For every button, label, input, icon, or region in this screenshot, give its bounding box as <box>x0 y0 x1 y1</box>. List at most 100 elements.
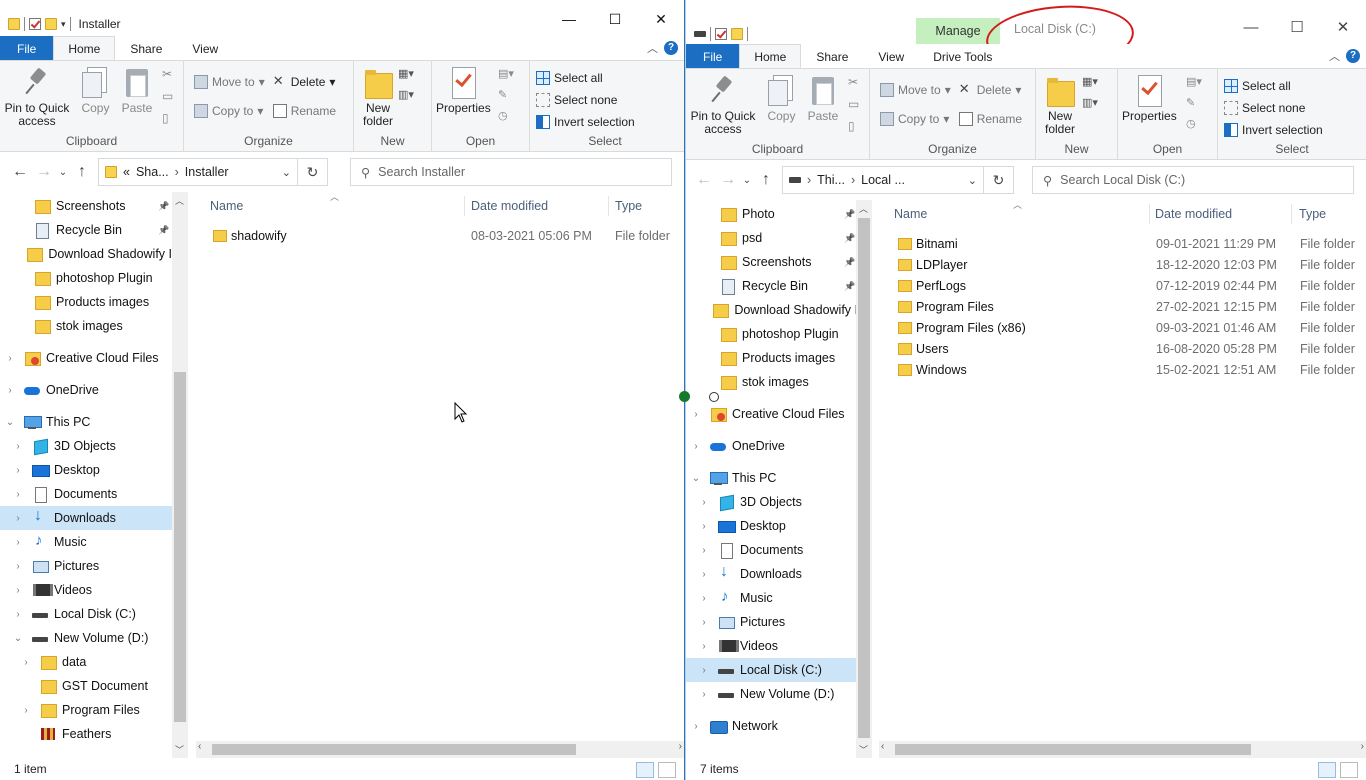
scroll-left-icon[interactable]: ‹ <box>881 741 884 752</box>
nav-item-desktop[interactable]: › Desktop <box>686 514 858 538</box>
tab-view[interactable]: View <box>863 44 919 68</box>
paste-shortcut-icon[interactable]: ▯ <box>848 119 859 133</box>
forward-button[interactable]: → <box>716 171 740 189</box>
forward-button[interactable]: → <box>32 163 56 181</box>
nav-item-screenshots[interactable]: Screenshots 📌 <box>0 194 172 218</box>
nav-item-pictures[interactable]: › Pictures <box>686 610 858 634</box>
easy-access-icon[interactable]: ▥▾ <box>1082 96 1098 109</box>
expand-chevron-right-icon[interactable]: › <box>12 585 24 596</box>
expand-chevron-right-icon[interactable]: › <box>20 705 32 716</box>
copy-button[interactable]: Copy <box>79 65 111 115</box>
column-header-name[interactable]: Name <box>894 200 927 228</box>
nav-item-music[interactable]: › Music <box>686 586 858 610</box>
up-button[interactable]: ↑ <box>754 171 778 189</box>
rename-button[interactable]: Rename <box>958 108 1022 130</box>
file-row[interactable]: Program Files (x86) 09-03-2021 01:46 AM Fi… <box>877 317 1366 338</box>
move-to-button[interactable]: Move to ▾ <box>194 71 265 93</box>
copy-to-button[interactable]: Copy to ▾ <box>194 100 265 122</box>
file-row[interactable]: LDPlayer 18-12-2020 12:03 PM File folder <box>877 254 1366 275</box>
breadcrumb-item[interactable]: Local ... <box>861 173 905 187</box>
expand-chevron-right-icon[interactable]: › <box>12 609 24 620</box>
column-divider[interactable] <box>608 196 609 216</box>
nav-item-data[interactable]: › data <box>0 650 172 674</box>
breadcrumb-item[interactable]: Thi... <box>817 173 845 187</box>
nav-item-desktop[interactable]: › Desktop <box>0 458 172 482</box>
new-folder-icon[interactable] <box>731 28 743 40</box>
delete-button[interactable]: Delete ▾ <box>273 71 336 93</box>
snap-resize-handle[interactable] <box>679 391 690 402</box>
history-icon[interactable]: ◷ <box>1186 117 1202 130</box>
file-row[interactable]: shadowify 08-03-2021 05:06 PM File folder <box>188 225 684 246</box>
file-row[interactable]: Bitnami 09-01-2021 11:29 PM File folder <box>877 233 1366 254</box>
nav-item-this-pc[interactable]: ⌄ This PC <box>0 410 172 434</box>
tab-drive-tools[interactable]: Drive Tools <box>919 44 1008 68</box>
copy-button[interactable]: Copy <box>765 73 797 123</box>
expand-chevron-down-icon[interactable]: ⌄ <box>4 417 16 428</box>
nav-item-products-images[interactable]: Products images <box>0 290 172 314</box>
select-all-button[interactable]: Select all <box>1224 75 1362 97</box>
properties-icon[interactable] <box>29 18 41 30</box>
expand-chevron-right-icon[interactable]: › <box>4 385 16 396</box>
tab-file[interactable]: File <box>0 36 54 60</box>
column-header-name[interactable]: Name <box>210 192 243 220</box>
paste-button[interactable]: Paste <box>807 73 839 123</box>
move-to-button[interactable]: Move to ▾ <box>880 79 951 101</box>
file-row[interactable]: PerfLogs 07-12-2019 02:44 PM File folder <box>877 275 1366 296</box>
tab-home[interactable]: Home <box>739 44 802 68</box>
large-icons-view-icon[interactable] <box>1340 762 1358 778</box>
scroll-right-icon[interactable]: › <box>1361 741 1364 752</box>
nav-item-3d-objects[interactable]: › 3D Objects <box>0 434 172 458</box>
history-icon[interactable]: ◷ <box>498 109 514 122</box>
tab-share[interactable]: Share <box>115 36 177 60</box>
nav-item-screenshots[interactable]: Screenshots 📌 <box>686 250 858 274</box>
expand-chevron-down-icon[interactable]: ⌄ <box>690 473 702 484</box>
copy-to-button[interactable]: Copy to ▾ <box>880 108 951 130</box>
nav-item-feathers[interactable]: Feathers <box>0 722 172 746</box>
expand-chevron-right-icon[interactable]: › <box>690 409 702 420</box>
nav-item-documents[interactable]: › Documents <box>686 538 858 562</box>
properties-icon[interactable] <box>715 28 727 40</box>
address-dropdown-chevron-icon[interactable]: ⌄ <box>282 166 291 179</box>
nav-item-onedrive[interactable]: › OneDrive <box>0 378 172 402</box>
invert-selection-button[interactable]: Invert selection <box>1224 119 1362 141</box>
invert-selection-button[interactable]: Invert selection <box>536 111 676 133</box>
pin-to-quick-access-button[interactable]: Pin to Quick access <box>4 65 70 128</box>
expand-chevron-right-icon[interactable]: › <box>698 569 710 580</box>
properties-button[interactable]: Properties <box>436 65 491 115</box>
paste-shortcut-icon[interactable]: ▯ <box>162 111 173 125</box>
scroll-right-icon[interactable]: › <box>679 741 682 752</box>
new-item-icon[interactable]: ▦▾ <box>398 67 414 80</box>
resize-handle[interactable] <box>709 392 719 402</box>
nav-item-network[interactable]: › Network <box>686 714 858 738</box>
column-header-type[interactable]: Type <box>615 192 642 220</box>
nav-item-stok-images[interactable]: stok images <box>686 370 858 394</box>
tab-share[interactable]: Share <box>801 44 863 68</box>
expand-chevron-right-icon[interactable]: › <box>12 537 24 548</box>
nav-item-this-pc[interactable]: ⌄ This PC <box>686 466 858 490</box>
scroll-down-icon[interactable]: ﹀ <box>175 743 184 756</box>
nav-item-recycle-bin[interactable]: Recycle Bin 📌 <box>686 274 858 298</box>
expand-chevron-right-icon[interactable]: › <box>20 657 32 668</box>
nav-item-videos[interactable]: › Videos <box>686 634 858 658</box>
breadcrumb-item[interactable]: Installer <box>185 165 229 179</box>
address-box[interactable]: « Sha... › Installer ⌄ <box>98 158 298 186</box>
expand-chevron-right-icon[interactable]: › <box>4 353 16 364</box>
open-icon[interactable]: ▤▾ <box>1186 75 1202 88</box>
properties-button[interactable]: Properties <box>1122 73 1177 123</box>
nav-item-download-shadowify-i[interactable]: Download Shadowify I <box>0 242 172 266</box>
minimize-button[interactable]: — <box>1228 0 1274 44</box>
close-button[interactable]: ✕ <box>1320 0 1366 44</box>
nav-item-videos[interactable]: › Videos <box>0 578 172 602</box>
expand-chevron-right-icon[interactable]: › <box>698 521 710 532</box>
scroll-left-icon[interactable]: ‹ <box>198 741 201 752</box>
scroll-up-icon[interactable]: ︿ <box>859 202 868 215</box>
horizontal-scrollbar[interactable]: ‹ › <box>196 741 684 758</box>
scroll-up-icon[interactable]: ︿ <box>175 194 184 207</box>
edit-icon[interactable]: ✎ <box>1186 96 1202 109</box>
expand-chevron-right-icon[interactable]: › <box>698 689 710 700</box>
refresh-button[interactable]: ↻ <box>984 166 1014 194</box>
new-item-icon[interactable]: ▦▾ <box>1082 75 1098 88</box>
address-dropdown-chevron-icon[interactable]: ⌄ <box>968 174 977 187</box>
large-icons-view-icon[interactable] <box>658 762 676 778</box>
expand-chevron-right-icon[interactable]: › <box>12 489 24 500</box>
